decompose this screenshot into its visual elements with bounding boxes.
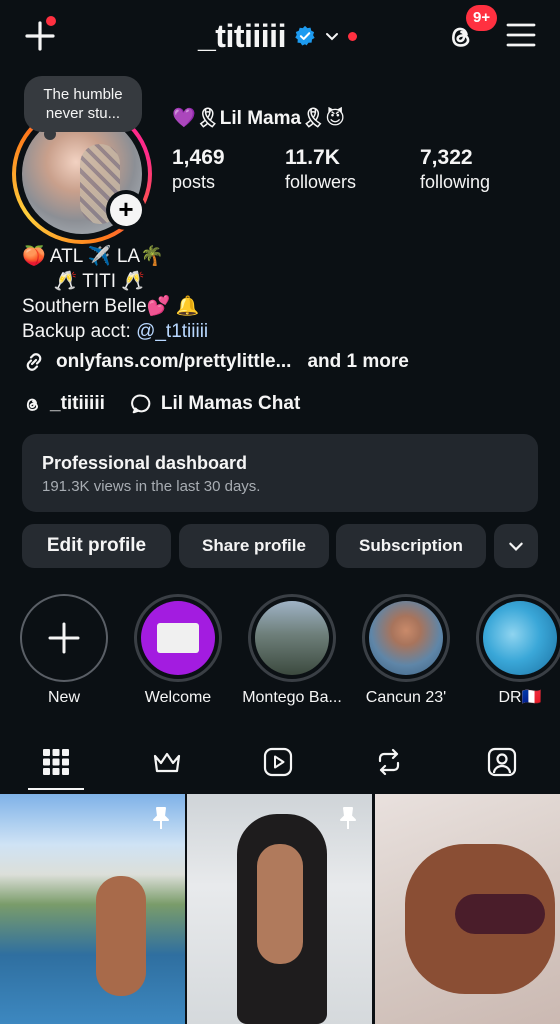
stat-label: posts	[172, 172, 216, 192]
post-thumbnail[interactable]	[0, 794, 185, 1024]
dashboard-title: Professional dashboard	[42, 453, 248, 473]
backup-label: Backup acct:	[22, 321, 137, 342]
highlight-cover	[141, 601, 215, 675]
highlight-circle	[134, 594, 222, 682]
highlight-label: Welcome	[144, 689, 212, 706]
stat-value: 11.7K	[285, 146, 340, 169]
stat-label: following	[420, 172, 491, 192]
share-profile-button[interactable]: Share profile	[179, 524, 329, 568]
highlight-cover	[369, 601, 443, 675]
post-image-content	[455, 894, 545, 934]
top-bar: _titiiiii 9+	[0, 0, 560, 72]
plus-icon	[48, 622, 80, 654]
tab-reels[interactable]	[262, 746, 294, 778]
highlight-label: New	[47, 689, 80, 706]
bio-line: 🥂 TITI 🥂	[22, 271, 145, 292]
reels-icon	[263, 747, 293, 777]
tagged-icon	[487, 747, 517, 777]
notification-dot	[46, 16, 56, 26]
bio-links[interactable]: onlyfans.com/prettylittle... and 1 more	[22, 350, 409, 374]
profile-note[interactable]: The humble never stu...	[24, 76, 142, 132]
chevron-down-icon	[325, 33, 338, 41]
threads-handle-link[interactable]: _titiiiii	[50, 393, 105, 415]
stat-followers[interactable]: 11.7K followers	[285, 146, 356, 194]
post-image-content	[96, 876, 146, 996]
edit-profile-button[interactable]: Edit profile	[22, 524, 171, 568]
stat-posts[interactable]: 1,469 posts	[172, 146, 225, 194]
stat-following[interactable]: 7,322 following	[420, 146, 490, 194]
bio-backup-line: Backup acct: @_t1tiiiii	[22, 319, 208, 344]
threads-and-chat-row: _titiiiii Lil Mamas Chat	[22, 393, 300, 415]
chevron-down-icon	[509, 542, 523, 551]
menu-button[interactable]	[506, 22, 536, 48]
note-text: The humble never stu...	[43, 86, 123, 122]
subscription-button[interactable]: Subscription	[336, 524, 486, 568]
account-notification-dot	[347, 31, 357, 41]
active-tab-indicator	[28, 788, 84, 790]
stat-value: 7,322	[420, 146, 473, 169]
tab-subscriptions[interactable]	[151, 746, 183, 778]
bio-line: Southern Belle💕 🔔	[22, 296, 200, 317]
hamburger-menu-icon	[506, 23, 536, 47]
highlight-circle	[248, 594, 336, 682]
tab-reposts[interactable]	[373, 746, 405, 778]
bio-link-url[interactable]: onlyfans.com/prettylittle...	[56, 351, 291, 373]
bio-line: 🍑 ATL ✈️ LA🌴	[22, 246, 164, 267]
add-story-button[interactable]: +	[106, 190, 146, 230]
pin-icon	[340, 807, 356, 829]
reposts-icon	[378, 748, 400, 776]
grid-icon	[43, 749, 69, 775]
highlight-circle	[476, 594, 560, 682]
pin-icon	[153, 807, 169, 829]
chat-bubble-icon	[131, 394, 151, 414]
account-switcher[interactable]: _titiiiii	[198, 18, 357, 54]
crown-icon	[153, 752, 181, 773]
dashboard-subtitle: 191.3K views in the last 30 days.	[42, 478, 261, 495]
highlight-label: DR🇫🇷	[498, 689, 542, 706]
highlight-circle	[362, 594, 450, 682]
post-image-content	[257, 844, 303, 964]
profile-tabs	[0, 736, 560, 792]
plus-icon: +	[110, 194, 142, 226]
suggested-accounts-button[interactable]	[494, 524, 538, 568]
profile-bio: 🍑 ATL ✈️ LA🌴 🥂 TITI 🥂 Southern Belle💕 🔔 …	[22, 244, 208, 344]
stat-label: followers	[285, 172, 357, 192]
profile-username: _titiiiii	[198, 17, 286, 54]
link-icon	[26, 353, 42, 371]
threads-badge: 9+	[466, 5, 498, 31]
highlight-label: Montego Ba...	[242, 689, 342, 706]
display-name: 💜🎗Lil Mama🎗😈	[172, 108, 346, 129]
highlight-cover	[483, 601, 557, 675]
threads-icon	[26, 398, 38, 411]
highlight-label: Cancun 23'	[365, 689, 447, 706]
post-thumbnail[interactable]	[187, 794, 372, 1024]
tab-tagged[interactable]	[486, 746, 518, 778]
backup-account-link[interactable]: @_t1tiiiii	[136, 321, 208, 342]
bio-link-more[interactable]: and 1 more	[307, 351, 408, 373]
posts-grid	[0, 794, 560, 1024]
professional-dashboard-card[interactable]: Professional dashboard 191.3K views in t…	[22, 434, 538, 512]
story-highlights: New Welcome Montego Ba... Cancun 23' DR🇫…	[0, 594, 560, 714]
highlight-cover	[255, 601, 329, 675]
broadcast-chat-link[interactable]: Lil Mamas Chat	[161, 393, 300, 415]
tab-grid[interactable]	[40, 746, 72, 778]
create-button[interactable]	[22, 16, 58, 54]
post-thumbnail[interactable]	[375, 794, 560, 1024]
highlight-circle	[20, 594, 108, 682]
stat-value: 1,469	[172, 146, 225, 169]
verified-badge-icon	[295, 25, 315, 46]
